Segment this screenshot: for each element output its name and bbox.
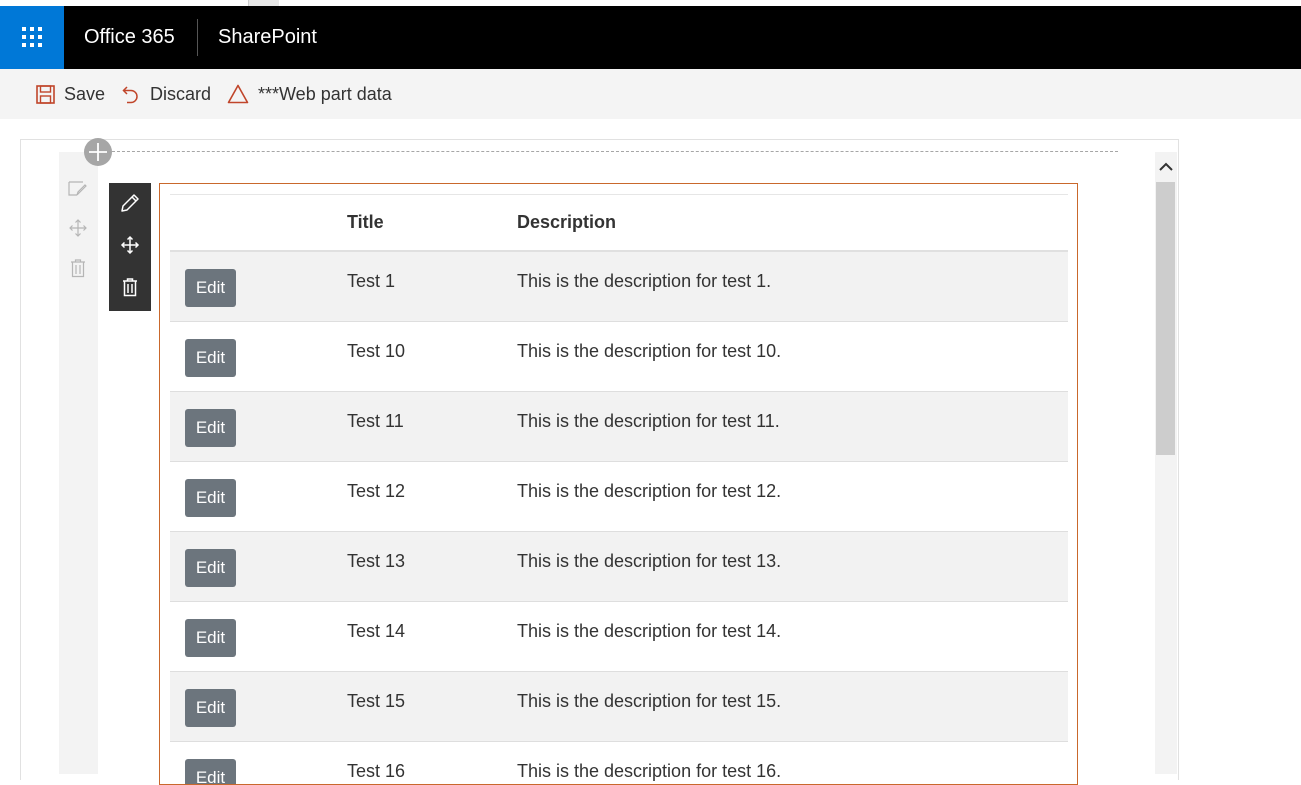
table-row: Edit Test 15 This is the description for…: [170, 672, 1068, 742]
row-description: This is the description for test 13.: [517, 551, 782, 571]
edit-button[interactable]: Edit: [185, 619, 236, 657]
edit-button[interactable]: Edit: [185, 549, 236, 587]
section-divider-line: [112, 151, 1118, 152]
section-zone-band: [59, 152, 98, 774]
row-title: Test 14: [347, 621, 406, 641]
zone-move-button[interactable]: [68, 218, 88, 243]
row-description: This is the description for test 11.: [517, 411, 780, 431]
row-description: This is the description for test 15.: [517, 691, 782, 711]
column-header-description: Description: [517, 212, 617, 232]
table-row: Edit Test 10 This is the description for…: [170, 322, 1068, 392]
row-title: Test 13: [347, 551, 406, 571]
edit-button[interactable]: Edit: [185, 479, 236, 517]
table-row: Edit Test 11 This is the description for…: [170, 392, 1068, 462]
scrollbar-thumb[interactable]: [1156, 182, 1175, 455]
items-table: Title Description Edit Test 1 This is th…: [170, 194, 1068, 784]
app-launcher-button[interactable]: [0, 6, 64, 69]
discard-button[interactable]: Discard: [121, 69, 211, 119]
table-header: Title Description: [170, 194, 1068, 252]
save-button[interactable]: Save: [36, 69, 105, 119]
row-title: Test 1: [347, 271, 396, 291]
edit-button[interactable]: Edit: [185, 409, 236, 447]
table-row: Edit Test 13 This is the description for…: [170, 532, 1068, 602]
scroll-up-button[interactable]: [1157, 157, 1175, 177]
move-icon: [120, 235, 140, 255]
trash-icon: [123, 278, 137, 297]
row-title: Test 15: [347, 691, 406, 711]
webpart-move-button[interactable]: [109, 225, 151, 265]
row-description: This is the description for test 10.: [517, 341, 782, 361]
save-icon: [36, 84, 55, 104]
row-description: This is the description for test 12.: [517, 481, 782, 501]
zone-delete-button[interactable]: [68, 258, 88, 283]
edit-button[interactable]: Edit: [185, 759, 236, 784]
save-label: Save: [64, 83, 106, 104]
warning-triangle-icon: [227, 84, 249, 104]
edit-button[interactable]: Edit: [185, 269, 236, 307]
webpart-data-button[interactable]: ***Web part data: [227, 69, 392, 119]
column-header-title: Title: [347, 212, 384, 232]
trash-icon: [71, 259, 85, 278]
webpart-toolbar: [109, 183, 151, 311]
suite-bar: Office 365 SharePoint: [0, 6, 1301, 69]
row-title: Test 11: [347, 411, 404, 431]
webpart-edit-button[interactable]: [109, 183, 151, 223]
suite-divider: [197, 19, 198, 56]
add-section-button[interactable]: [84, 138, 112, 166]
row-title: Test 10: [347, 341, 406, 361]
undo-icon: [122, 86, 138, 104]
brand-link[interactable]: Office 365: [84, 6, 175, 69]
table-row: Edit Test 16 This is the description for…: [170, 742, 1068, 784]
zone-edit-button[interactable]: [68, 180, 88, 203]
webpart-delete-button[interactable]: [109, 267, 151, 307]
edit-button[interactable]: Edit: [185, 689, 236, 727]
row-title: Test 12: [347, 481, 406, 501]
table-row: Edit Test 12 This is the description for…: [170, 462, 1068, 532]
discard-label: Discard: [150, 83, 212, 104]
edit-icon: [68, 181, 87, 196]
edit-button[interactable]: Edit: [185, 339, 236, 377]
pencil-icon: [121, 194, 139, 212]
move-icon: [69, 219, 87, 237]
row-description: This is the description for test 16.: [517, 761, 782, 781]
webpart-data-label: ***Web part data: [258, 83, 392, 104]
waffle-icon: [22, 27, 42, 47]
row-description: This is the description for test 14.: [517, 621, 782, 641]
plus-icon: [89, 143, 107, 161]
table-row: Edit Test 1 This is the description for …: [170, 252, 1068, 322]
row-title: Test 16: [347, 761, 406, 781]
webpart-container: Title Description Edit Test 1 This is th…: [159, 183, 1078, 785]
table-row: Edit Test 14 This is the description for…: [170, 602, 1068, 672]
row-description: This is the description for test 1.: [517, 271, 772, 291]
chevron-up-icon: [1159, 162, 1173, 171]
command-bar: Save Discard ***Web part data: [0, 69, 1301, 119]
app-name-link[interactable]: SharePoint: [218, 6, 317, 69]
